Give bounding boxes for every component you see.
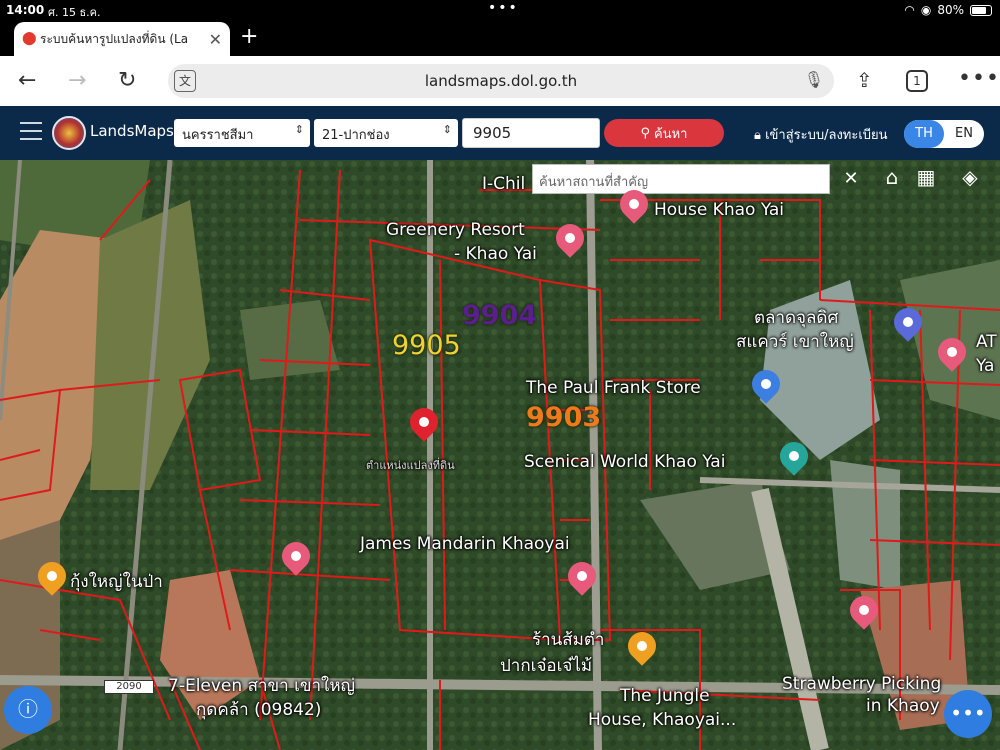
grid-table-icon[interactable]: ▦ — [910, 162, 942, 194]
parcel-number-9904[interactable]: 9904 — [462, 300, 537, 331]
parcel-number-9903[interactable]: 9903 — [526, 402, 601, 433]
place-label[interactable]: ปากเจ๋อเจ๋ไม้ — [500, 652, 592, 679]
department-logo — [52, 116, 86, 150]
login-label: เข้าสู่ระบบ/ลงทะเบียน — [765, 128, 888, 143]
tab-count-button[interactable]: 1 — [906, 70, 928, 92]
chevron-updown-icon: ⇕ — [294, 123, 304, 136]
place-label[interactable]: 7-Eleven สาขา เขาใหญ่ — [168, 672, 355, 699]
info-icon: ⓘ — [18, 697, 38, 721]
magnifier-icon: ⚲ — [640, 125, 651, 141]
app-header: LandsMaps นครราชสีมา ⇕ 21-ปากช่อง ⇕ 9905… — [0, 106, 1000, 160]
place-label[interactable]: กุ้งใหญ่ในป่า — [70, 568, 163, 595]
place-label[interactable]: in Khaoy — [866, 696, 940, 716]
translate-icon[interactable]: 文 — [174, 70, 196, 92]
url-field[interactable]: 文 landsmaps.dol.go.th 🎙 — [168, 64, 834, 98]
place-label[interactable]: Strawberry Picking — [782, 674, 941, 694]
place-label[interactable]: Ya — [976, 356, 994, 376]
parcel-number-9905[interactable]: 9905 — [392, 330, 461, 361]
microphone-icon[interactable]: 🎙 — [804, 70, 824, 89]
back-arrow-icon[interactable]: ← — [18, 68, 36, 93]
place-label[interactable]: ร้านส้มตำ — [532, 626, 604, 653]
new-tab-icon[interactable]: + — [240, 24, 258, 49]
login-link[interactable]: 🔒︎ เข้าสู่ระบบ/ลงทะเบียน — [754, 124, 888, 145]
layers-icon[interactable]: ◈ — [954, 162, 986, 194]
place-label[interactable]: James Mandarin Khaoyai — [360, 534, 570, 554]
place-label[interactable]: สแควร์ เขาใหญ่ — [736, 328, 854, 355]
browser-tab[interactable]: ⬤ ระบบค้นหารูปแปลงที่ดิน (La ✕ — [14, 22, 230, 56]
place-label[interactable]: ตลาดจุลดิศ — [754, 304, 838, 331]
place-label[interactable]: Scenical World Khao Yai — [524, 452, 725, 472]
place-label[interactable]: The Jungle — [620, 686, 710, 706]
district-value: 21-ปากช่อง — [322, 128, 390, 143]
browser-menu-icon[interactable]: ••• — [958, 66, 1000, 91]
search-button-label: ค้นหา — [654, 126, 688, 142]
road-number-badge: 2090 — [104, 680, 154, 694]
language-toggle: TH EN — [904, 120, 984, 148]
place-label[interactable]: House Khao Yai — [654, 200, 784, 220]
map-pin-favicon-icon: ⬤ — [22, 31, 37, 46]
province-select[interactable]: นครราชสีมา ⇕ — [174, 119, 310, 147]
parcel-search-input[interactable]: 9905 — [462, 118, 600, 148]
district-select[interactable]: 21-ปากช่อง ⇕ — [314, 119, 458, 147]
province-value: นครราชสีมา — [182, 128, 254, 143]
multitask-dots-icon[interactable]: ••• — [488, 0, 519, 16]
forward-arrow-icon[interactable]: → — [68, 68, 86, 93]
rotation-lock-icon: ◉ — [920, 3, 932, 17]
lang-th-button[interactable]: TH — [904, 120, 944, 148]
status-right: ◠ ◉ 80% — [904, 3, 992, 17]
brand-name: LandsMaps — [90, 122, 174, 140]
chevron-updown-icon: ⇕ — [442, 123, 452, 136]
wifi-icon: ◠ — [904, 3, 915, 17]
status-date: ศ. 15 ธ.ค. — [48, 6, 101, 19]
satellite-map[interactable]: ค้นหาสถานที่สำคัญ ✕ ⌂ ▦ ◈ I-Chil Greener… — [0, 160, 1000, 750]
tab-strip: ⬤ ระบบค้นหารูปแปลงที่ดิน (La ✕ — [0, 20, 1000, 56]
reload-icon[interactable]: ↻ — [118, 68, 136, 93]
lang-en-button[interactable]: EN — [944, 120, 984, 148]
close-tab-icon[interactable]: ✕ — [209, 30, 222, 49]
place-label[interactable]: กุดคล้า (09842) — [196, 696, 321, 723]
place-label[interactable]: Greenery Resort — [386, 220, 525, 240]
place-label[interactable]: I-Chil — [482, 174, 525, 194]
place-label[interactable]: The Paul Frank Store — [526, 378, 701, 398]
more-dots-icon: ••• — [950, 701, 986, 725]
address-bar: ← → ↻ 文 landsmaps.dol.go.th 🎙 ⇪ 1 ••• — [0, 56, 1000, 106]
share-icon[interactable]: ⇪ — [856, 68, 873, 92]
tab-title: ระบบค้นหารูปแปลงที่ดิน (La — [40, 31, 189, 46]
search-button[interactable]: ⚲ ค้นหา — [604, 119, 724, 147]
place-label[interactable]: - Khao Yai — [454, 244, 537, 264]
battery-icon — [970, 4, 992, 16]
hamburger-menu-icon[interactable] — [20, 122, 42, 146]
lock-icon: 🔒︎ — [754, 128, 761, 143]
info-button[interactable]: ⓘ — [4, 686, 52, 734]
place-label[interactable]: AT — [976, 332, 997, 352]
place-search-input[interactable]: ค้นหาสถานที่สำคัญ — [532, 164, 830, 194]
battery-percent: 80% — [937, 3, 964, 17]
home-icon[interactable]: ⌂ — [876, 162, 908, 194]
url-text: landsmaps.dol.go.th — [424, 72, 578, 90]
more-options-button[interactable]: ••• — [944, 690, 992, 738]
status-bar: 14:00 ศ. 15 ธ.ค. ••• ◠ ◉ 80% — [0, 0, 1000, 20]
status-time: 14:00 — [6, 3, 45, 17]
selected-parcel-caption: ตำแหน่งแปลงที่ดิน — [366, 459, 455, 472]
place-label[interactable]: House, Khaoyai... — [588, 710, 736, 730]
clear-search-icon[interactable]: ✕ — [836, 164, 866, 194]
